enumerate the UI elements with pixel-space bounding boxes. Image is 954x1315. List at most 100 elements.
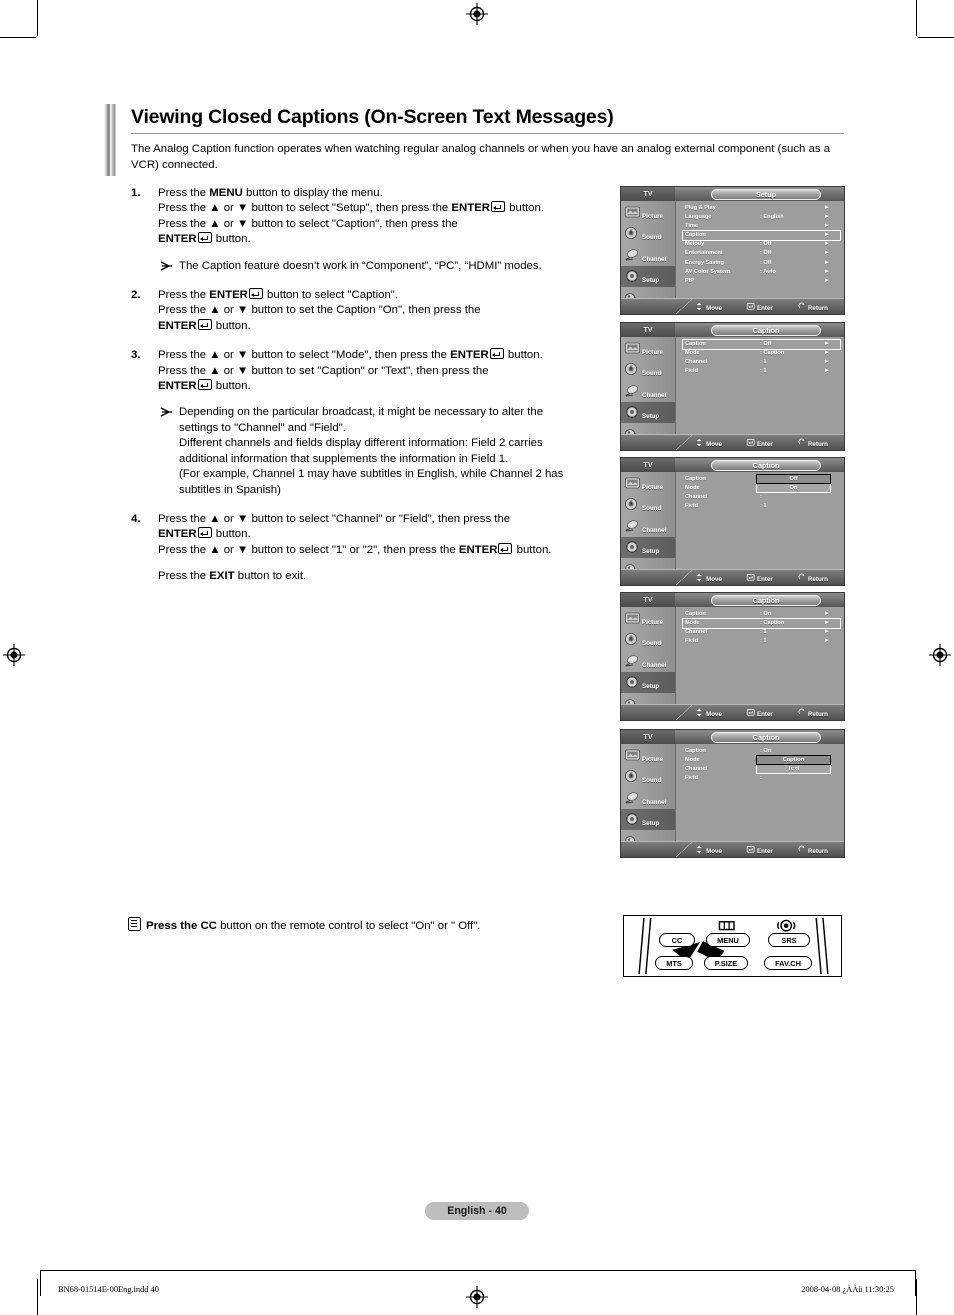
osd-footer-action[interactable]: Enter [746, 438, 773, 448]
emphasis-text: Press the CC [146, 920, 217, 932]
osd-sidebar-item-picture[interactable]: Picture [621, 472, 675, 494]
osd-footer-action[interactable]: Move [695, 438, 722, 448]
osd-footer-action[interactable]: Return [797, 573, 828, 583]
step-number: 3. [131, 349, 141, 362]
osd-footer-action[interactable]: Return [797, 845, 828, 855]
osd-row-label: Melody [685, 241, 705, 248]
osd-row[interactable]: Mode: Caption ► [682, 618, 841, 629]
osd-row[interactable]: AV Color System: Auto ► [683, 268, 840, 277]
remote-cc-button[interactable]: CC [659, 933, 695, 947]
osd-row-value: : Caption [760, 620, 785, 627]
osd-sidebar-item-channel[interactable]: Channel [621, 515, 675, 537]
osd-footer-action[interactable]: Return [797, 438, 828, 448]
osd-sidebar-item-channel[interactable]: Channel [621, 244, 675, 266]
remote-psize-button[interactable]: P.SIZE [704, 956, 748, 970]
osd-row[interactable]: Field: 1 [683, 502, 840, 511]
osd-sidebar-item-label: Channel [642, 661, 667, 669]
osd-footer-action[interactable]: Move [695, 573, 722, 583]
osd-footer-slant [676, 299, 692, 314]
osd-row-value: : Off [760, 241, 772, 248]
osd-row[interactable]: Time ► [683, 222, 840, 231]
osd-footer-action-label: Enter [757, 847, 773, 855]
osd-row-arrow-icon: ► [824, 250, 830, 257]
remote-mts-button[interactable]: MTS [655, 956, 693, 970]
osd-row[interactable]: Field: 1 ► [683, 367, 840, 376]
osd-tv-label: TV [621, 323, 675, 337]
osd-footer-slant [676, 842, 692, 857]
osd-footer-bar: Move Enter Return [621, 298, 844, 314]
osd-dropdown-option-current[interactable]: Caption [756, 755, 831, 765]
osd-footer-action[interactable]: Enter [746, 845, 773, 855]
osd-row[interactable]: Field: [683, 774, 840, 783]
osd-footer-action[interactable]: Enter [746, 708, 773, 718]
osd-sidebar-item-sound[interactable]: Sound [621, 629, 675, 651]
body-text: Press the ▲ or ▼ button to set "Caption"… [158, 364, 489, 377]
osd-sidebar-item-setup[interactable]: Setup [621, 671, 675, 693]
osd-footer-action[interactable]: Move [695, 708, 722, 718]
osd-sidebar-item-picture[interactable]: Picture [621, 201, 675, 223]
osd-sidebar-item-channel[interactable]: Channel [621, 650, 675, 672]
osd-footer-action[interactable]: Enter [746, 573, 773, 583]
osd-footer-action[interactable]: Return [797, 708, 828, 718]
osd-row[interactable]: Channel: 1 ► [683, 628, 840, 637]
osd-dropdown-option-highlighted[interactable]: Text [756, 764, 831, 775]
osd-row[interactable]: Plug & Play ► [683, 204, 840, 213]
osd-sidebar-item-setup[interactable]: Setup [621, 401, 675, 423]
osd-row[interactable]: Caption ► [682, 230, 841, 241]
osd-row[interactable]: Field: 1 ► [683, 637, 840, 646]
return-arrow-icon [798, 302, 805, 308]
osd-footer-action[interactable]: Enter [746, 302, 773, 312]
osd-sidebar-item-picture[interactable]: Picture [621, 744, 675, 766]
osd-sidebar-item-sound[interactable]: Sound [621, 766, 675, 788]
osd-dropdown-option-highlighted[interactable]: On [756, 483, 831, 494]
osd-row[interactable]: Channel: 1 ► [683, 358, 840, 367]
remote-menu-button[interactable]: MENU [706, 933, 750, 947]
osd-row[interactable]: Caption: On ► [683, 610, 840, 619]
remote-favch-button[interactable]: FAV.CH [764, 956, 812, 970]
osd-row[interactable]: Caption: Off ► [682, 339, 841, 350]
osd-row[interactable]: Channel: [683, 493, 840, 502]
note-line: additional information that supplements … [179, 452, 509, 465]
osd-row[interactable]: Entertainment: Off ► [683, 249, 840, 258]
osd-sidebar-item-picture[interactable]: Picture [621, 337, 675, 359]
footer-tick-right [915, 1270, 916, 1296]
osd-row[interactable]: Energy Saving: Off ► [683, 259, 840, 268]
osd-row-label: Channel [685, 766, 708, 773]
osd-sidebar-item-picture[interactable]: Picture [621, 607, 675, 629]
osd-sidebar-item-setup[interactable]: Setup [621, 536, 675, 558]
osd-sidebar-item-channel[interactable]: Channel [621, 380, 675, 402]
osd-sidebar-item-sound[interactable]: Sound [621, 359, 675, 381]
osd-footer-action[interactable]: Move [695, 302, 722, 312]
osd-row[interactable]: Melody: Off ► [683, 240, 840, 249]
osd-dropdown[interactable]: Caption Text [756, 755, 831, 775]
osd-screen-caption-menu-off: TVCaptionPictureSoundChannelSetupInputCa… [620, 322, 845, 451]
osd-footer-actions: Move Enter Return [683, 842, 840, 857]
osd-row-label: Caption [685, 476, 706, 482]
osd-dropdown[interactable]: Off On [756, 474, 831, 494]
step-line: ENTER button. [158, 527, 611, 542]
osd-row[interactable]: Mode: Caption ► [683, 349, 840, 358]
footer-timestamp: 2008-04-08 ¿ÀÀü 11:30:25 [801, 1285, 894, 1294]
osd-sidebar-item-label: Picture [642, 618, 663, 626]
osd-footer-action[interactable]: Return [797, 302, 828, 312]
osd-sidebar-item-sound[interactable]: Sound [621, 223, 675, 245]
osd-row[interactable]: PIP ► [683, 277, 840, 286]
osd-row-arrow-icon: ► [824, 350, 830, 357]
manual-page: Viewing Closed Captions (On-Screen Text … [0, 0, 954, 1315]
osd-footer-action-label: Enter [757, 575, 773, 583]
osd-sidebar-item-channel[interactable]: Channel [621, 787, 675, 809]
osd-dropdown-option-current[interactable]: Off [756, 474, 831, 484]
osd-sidebar-item-sound[interactable]: Sound [621, 494, 675, 516]
osd-sidebar-item-setup[interactable]: Setup [621, 808, 675, 830]
step-line: ENTER button. [158, 232, 611, 247]
title-divider [131, 133, 844, 134]
enter-key-icon [746, 708, 755, 716]
osd-sidebar-item-setup[interactable]: Setup [621, 265, 675, 287]
osd-row-arrow-icon: ► [824, 611, 830, 617]
step-line: Press the ENTER button to select "Captio… [158, 288, 611, 303]
osd-row-label: Channel [685, 359, 708, 366]
osd-row-label: Caption [685, 232, 706, 239]
osd-row[interactable]: Language: English ► [683, 213, 840, 222]
remote-srs-button[interactable]: SRS [768, 933, 810, 947]
osd-footer-action[interactable]: Move [695, 845, 722, 855]
